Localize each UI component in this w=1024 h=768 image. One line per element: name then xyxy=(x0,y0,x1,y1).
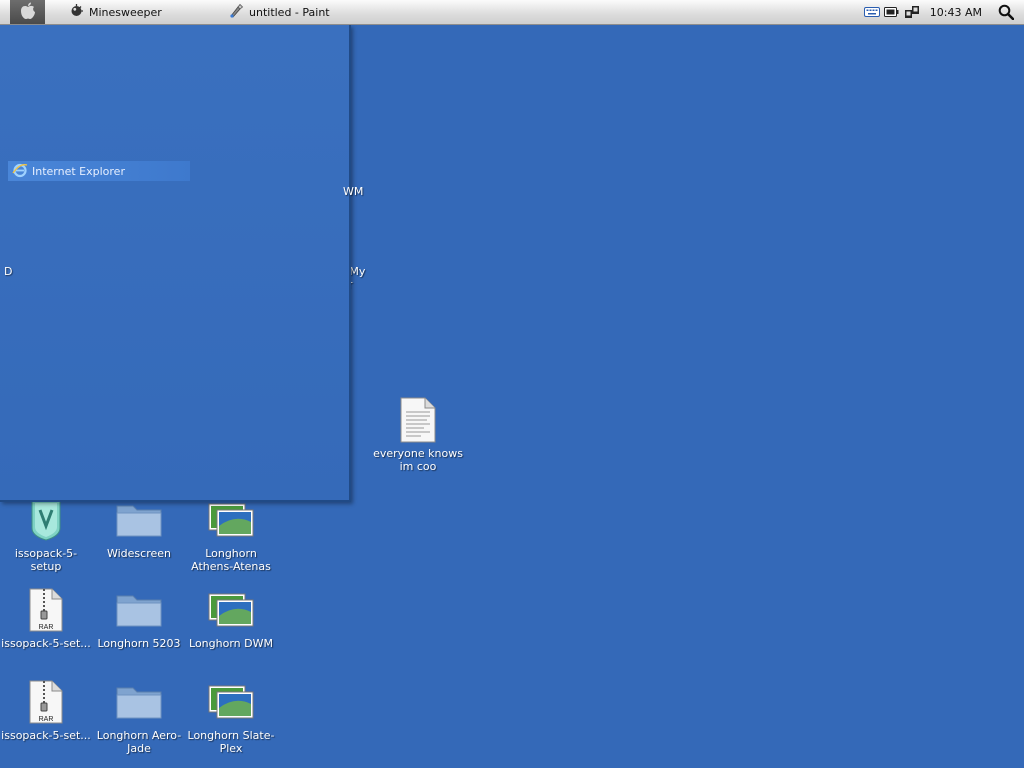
desktop-icon-label: Widescreen xyxy=(106,547,171,560)
panel-text-fragment: WM xyxy=(343,185,364,198)
folder-icon xyxy=(115,496,163,544)
folder-icon xyxy=(115,678,163,726)
desktop-icon-longhorn-5203[interactable]: Longhorn 5203 xyxy=(94,586,184,650)
desktop-icon-label: Longhorn DWM xyxy=(189,637,273,650)
picture-collection-icon xyxy=(207,678,255,726)
taskbar-item-label: untitled - Paint xyxy=(249,5,330,19)
desktop-icon-label: everyone knows im coo xyxy=(373,447,463,473)
top-menu-bar: Minesweeper untitled - Paint 10:43 AM xyxy=(0,0,1024,25)
desktop-icon-label: issopack-5-setup xyxy=(14,547,78,573)
taskbar-item-minesweeper[interactable]: Minesweeper xyxy=(69,0,162,24)
internet-explorer-icon xyxy=(12,162,28,181)
rar-archive-icon: RAR xyxy=(22,586,70,634)
desktop-icon-longhorn-slate-plex[interactable]: Longhorn Slate-Plex xyxy=(186,678,276,755)
battery-icon[interactable] xyxy=(884,4,900,20)
text-document-icon xyxy=(394,396,442,444)
picture-collection-icon xyxy=(207,496,255,544)
search-icon[interactable] xyxy=(996,2,1016,22)
apple-menu-button[interactable] xyxy=(10,0,45,24)
desktop-icon-widescreen-folder[interactable]: Widescreen xyxy=(94,496,184,560)
svg-text:RAR: RAR xyxy=(39,716,54,723)
picture-collection-icon xyxy=(207,586,255,634)
desktop-icon-label: issopack-5-set... xyxy=(1,729,91,742)
installer-shield-icon xyxy=(22,496,70,544)
system-tray: 10:43 AM xyxy=(863,0,1024,24)
minesweeper-icon xyxy=(69,3,84,21)
start-menu-item-label: Internet Explorer xyxy=(32,164,125,178)
desktop-icon-longhorn-aero-jade[interactable]: Longhorn Aero-Jade xyxy=(94,678,184,755)
svg-text:RAR: RAR xyxy=(39,624,54,631)
apple-logo-icon xyxy=(20,2,36,23)
keyboard-icon[interactable] xyxy=(863,4,880,20)
desktop-icon-longhorn-dwm[interactable]: Longhorn DWM xyxy=(186,586,276,650)
desktop-icon-label: Longhorn Aero-Jade xyxy=(96,729,182,755)
desktop-icon-text-document[interactable]: everyone knows im coo xyxy=(373,396,463,473)
desktop-icon-longhorn-athens[interactable]: Longhorn Athens-Atenas xyxy=(186,496,276,573)
taskbar-item-paint[interactable]: untitled - Paint xyxy=(229,0,330,24)
desktop-icon-label: issopack-5-set... xyxy=(1,637,91,650)
desktop-icon-rar-archive-1[interactable]: RAR issopack-5-set... xyxy=(1,586,91,650)
taskbar-item-label: Minesweeper xyxy=(89,5,162,19)
clock[interactable]: 10:43 AM xyxy=(930,6,982,19)
paint-icon xyxy=(229,3,244,21)
desktop-icon-label: Longhorn 5203 xyxy=(97,637,181,650)
folder-icon xyxy=(115,586,163,634)
start-menu-item-internet-explorer[interactable]: Internet Explorer xyxy=(8,161,190,181)
rar-archive-icon: RAR xyxy=(22,678,70,726)
start-menu-panel: Internet Explorer D WM xyxy=(0,25,363,502)
desktop-icon-rar-archive-2[interactable]: RAR issopack-5-set... xyxy=(1,678,91,742)
desktop-icon-label: Longhorn Slate-Plex xyxy=(187,729,275,755)
network-icon[interactable] xyxy=(904,4,920,20)
desktop-icon-label: Longhorn Athens-Atenas xyxy=(191,547,271,573)
desktop-icon-issopack-setup[interactable]: issopack-5-setup xyxy=(1,496,91,573)
panel-text-fragment: D xyxy=(4,265,13,278)
